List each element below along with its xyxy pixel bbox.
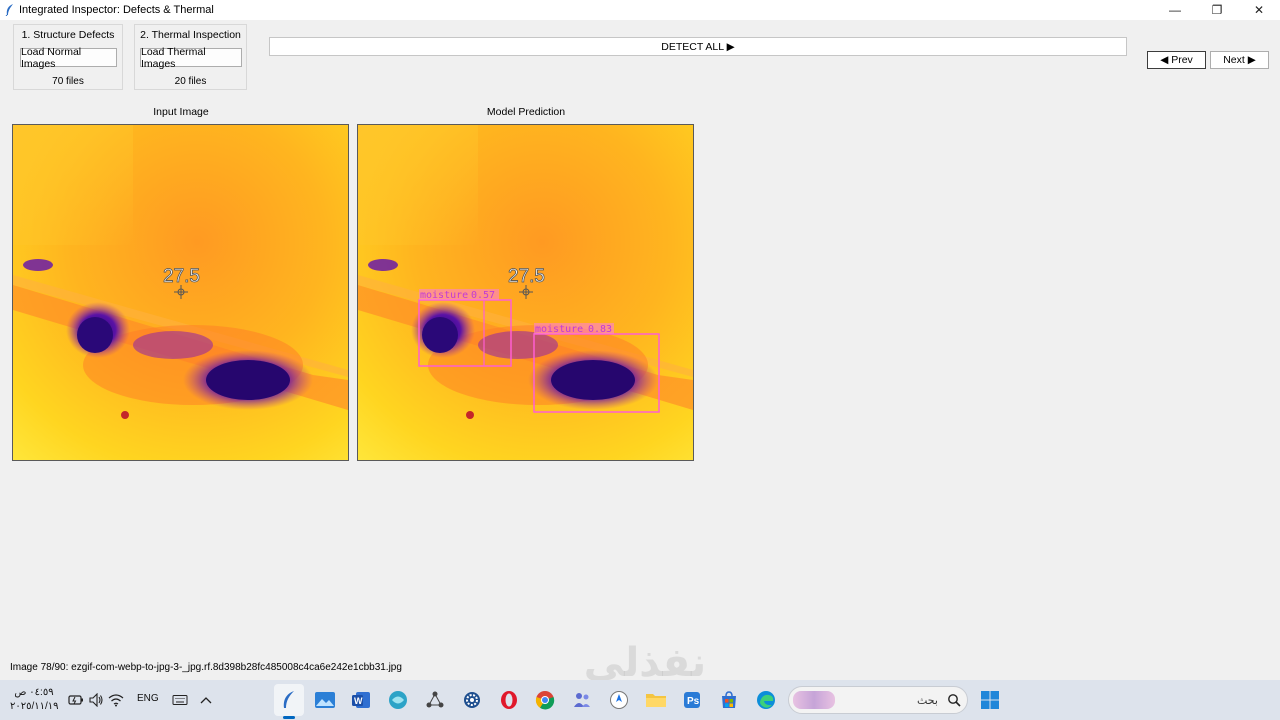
load-thermal-images-button[interactable]: Load Thermal Images [140, 46, 242, 70]
wifi-icon[interactable] [108, 692, 124, 708]
battery-icon[interactable] [68, 692, 84, 708]
chevron-up-icon[interactable] [198, 692, 214, 708]
settings-app-icon[interactable] [460, 688, 484, 712]
window-controls: — ❐ ✕ [1154, 0, 1280, 20]
opera-app-icon[interactable] [497, 688, 521, 712]
thermal-image-prediction: 27.5 moisture 0.57 moisture 0.83 [358, 125, 693, 460]
detection-1-confidence: 0.57 [471, 290, 495, 301]
status-bar-text: Image 78/90: ezgif-com-webp-to-jpg-3-_jp… [10, 662, 402, 673]
volume-icon[interactable] [88, 692, 104, 708]
tray-time: ٠٤:٥٩ ص [14, 687, 54, 698]
detect-all-button[interactable]: DETECT ALL ▶ [269, 37, 1127, 56]
close-button[interactable]: ✕ [1238, 0, 1280, 20]
prediction-image: 27.5 moisture 0.57 moisture 0.83 [357, 124, 694, 461]
next-button[interactable]: Next ▶ [1210, 51, 1269, 69]
detection-2-label: moisture [535, 324, 583, 335]
search-icon [948, 694, 961, 707]
chrome-app-icon[interactable] [533, 688, 557, 712]
windows-start-icon[interactable] [978, 688, 1002, 712]
taskbar: ٠٤:٥٩ ص ٢٠٢٥/١١/١٩ ENG W Ps [0, 680, 1280, 720]
active-app-indicator [283, 716, 295, 719]
prev-button[interactable]: ◀ Prev [1147, 51, 1206, 69]
window-title: Integrated Inspector: Defects & Thermal [19, 4, 214, 16]
tray-date: ٢٠٢٥/١١/١٩ [10, 701, 59, 712]
detection-2-confidence: 0.83 [588, 324, 612, 335]
store-app-icon[interactable] [717, 688, 741, 712]
thermal-group-title: 2. Thermal Inspection [140, 29, 241, 41]
network-app-icon[interactable] [423, 688, 447, 712]
load-normal-images-button[interactable]: Load Normal Images [20, 46, 117, 70]
people-app-icon[interactable] [570, 688, 594, 712]
thermal-inspection-group: 2. Thermal Inspection Load Thermal Image… [134, 24, 247, 90]
input-image-label: Input Image [153, 106, 209, 118]
feather-app-icon[interactable] [277, 688, 301, 712]
title-bar: Integrated Inspector: Defects & Thermal … [0, 0, 1280, 20]
svg-text:Ps: Ps [687, 696, 700, 707]
search-placeholder: بحث [917, 694, 938, 707]
minimize-button[interactable]: — [1154, 0, 1196, 20]
structure-group-title: 1. Structure Defects [21, 29, 115, 41]
structure-file-count: 70 files [52, 76, 84, 87]
browser-app-icon[interactable] [386, 688, 410, 712]
feather-icon [5, 4, 13, 16]
thermal-file-count: 20 files [174, 76, 207, 87]
detection-1-label: moisture [420, 290, 468, 301]
svg-text:W: W [354, 696, 363, 706]
keyboard-icon[interactable] [172, 692, 188, 708]
input-image: 27.5 [12, 124, 349, 461]
maximize-button[interactable]: ❐ [1196, 0, 1238, 20]
taskbar-search-box[interactable]: بحث [788, 686, 968, 714]
temperature-reading-prediction: 27.5 [508, 266, 545, 287]
thermal-image-input: 27.5 [13, 125, 348, 460]
paint-app-icon[interactable]: Ps [680, 688, 704, 712]
search-highlight-image [793, 691, 835, 709]
tray-clock[interactable]: ٠٤:٥٩ ص ٢٠٢٥/١١/١٩ [10, 686, 59, 714]
temperature-reading: 27.5 [163, 266, 200, 287]
structure-defects-group: 1. Structure Defects Load Normal Images … [13, 24, 123, 90]
edge-app-icon[interactable] [754, 688, 778, 712]
language-indicator[interactable]: ENG [137, 693, 159, 704]
model-prediction-label: Model Prediction [486, 106, 566, 118]
word-app-icon[interactable]: W [349, 688, 373, 712]
file-explorer-icon[interactable] [644, 688, 668, 712]
maps-app-icon[interactable] [607, 688, 631, 712]
photos-app-icon[interactable] [313, 688, 337, 712]
